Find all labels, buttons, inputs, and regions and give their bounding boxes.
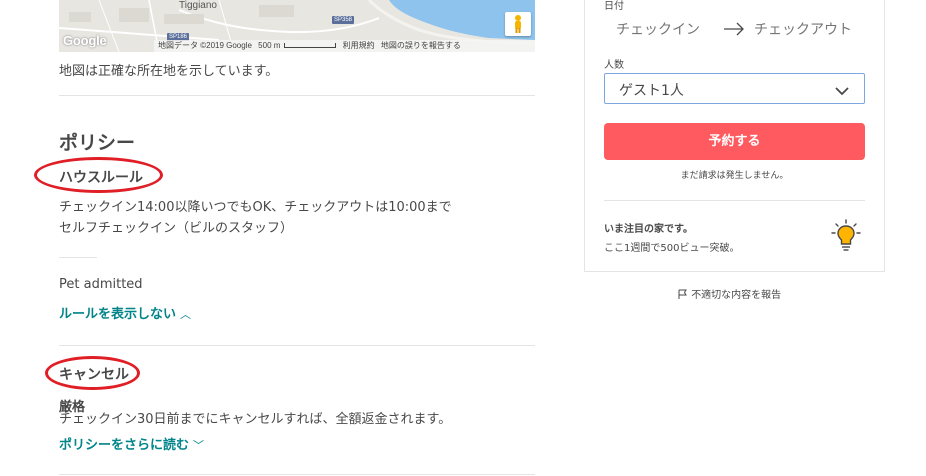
report-listing-link[interactable]: 不適切な内容を報告 (678, 286, 781, 301)
street-view-pegman-icon[interactable] (505, 12, 531, 36)
map-scale-bar (284, 43, 337, 49)
map-caption: 地図は正確な所在地を示しています。 (59, 64, 279, 79)
checkout-field[interactable]: チェックアウト (754, 19, 852, 39)
checkin-field[interactable]: チェックイン (616, 19, 700, 39)
chevron-up-icon: ︿ (180, 308, 192, 321)
house-rules-heading: ハウスルール (59, 170, 143, 186)
map-footer: 地図データ ©2019 Google 500 m 利用規約 地図の誤りを報告する (154, 40, 535, 52)
panel-divider (604, 200, 865, 201)
flag-icon (678, 289, 691, 301)
policies-heading: ポリシー (59, 132, 136, 154)
house-rule-line: チェックイン14:00以降いつでもOK、チェックアウトは10:00まで (59, 200, 452, 215)
map-scale-label[interactable]: 500 m (258, 41, 280, 50)
lightbulb-icon (831, 219, 861, 257)
map-report-error-link[interactable]: 地図の誤りを報告する (381, 41, 461, 50)
map-terms-link[interactable]: 利用規約 (343, 41, 375, 50)
google-logo[interactable]: Google (63, 33, 107, 48)
hide-rules-link[interactable]: ルールを表示しない ︿ (59, 303, 191, 322)
chevron-down-icon (834, 82, 850, 101)
pet-rule: Pet admitted (59, 277, 143, 292)
map-attribution: 地図データ ©2019 Google (158, 41, 252, 50)
section-divider (59, 474, 535, 475)
report-listing-label: 不適切な内容を報告 (691, 290, 782, 301)
read-more-policy-label: ポリシーをさらに読む (59, 438, 190, 453)
cancellation-description: チェックイン30日前までにキャンセルすれば、全額返金されます。 (59, 412, 452, 427)
guests-select-value: ゲスト1人 (619, 83, 684, 99)
rare-find-title: いま注目の家です。 (604, 224, 693, 235)
guests-label: 人数 (604, 60, 624, 71)
hide-rules-label: ルールを表示しない (59, 307, 177, 322)
rare-find-description: ここ1週間で500ビュー突破。 (604, 243, 740, 254)
cancellation-heading: キャンセル (59, 367, 129, 383)
house-rule-line: セルフチェックイン（ビルのスタッフ） (59, 221, 294, 236)
section-divider (59, 345, 535, 346)
location-map[interactable]: Tiggiano SP186 SP358 Google 地図データ ©2019 … (59, 0, 535, 52)
read-more-policy-link[interactable]: ポリシーをさらに読む ﹀ (59, 434, 204, 453)
chevron-down-icon: ﹀ (193, 439, 205, 452)
map-road-label: SP358 (332, 16, 355, 24)
reserve-button[interactable]: 予約する (604, 123, 865, 160)
arrow-right-icon (723, 21, 745, 40)
guests-select[interactable]: ゲスト1人 (604, 73, 865, 104)
dates-label: 日付 (604, 1, 624, 12)
map-town-label: Tiggiano (179, 0, 217, 11)
section-divider (59, 95, 535, 96)
short-divider (59, 257, 97, 258)
no-charge-note: まだ請求は発生しません。 (680, 171, 789, 181)
